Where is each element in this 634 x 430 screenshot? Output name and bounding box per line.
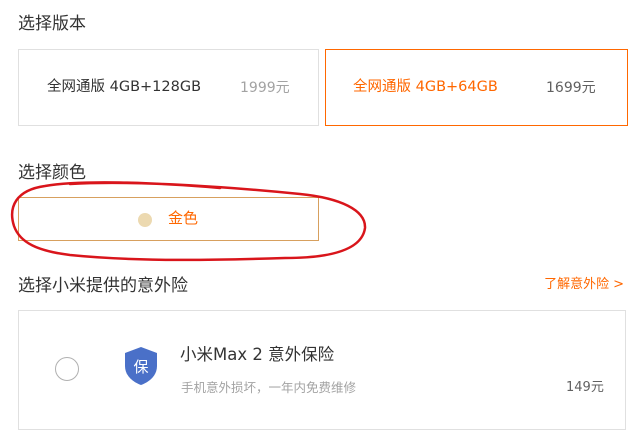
learn-insurance-link[interactable]: 了解意外险 > (544, 276, 624, 294)
color-swatch (138, 213, 152, 227)
color-option-gold[interactable]: 金色 (18, 197, 319, 241)
version-name: 全网通版 4GB+64GB (353, 79, 498, 95)
color-section-title: 选择颜色 (18, 163, 86, 183)
version-price: 1999元 (240, 80, 290, 96)
shield-icon: 保 (125, 347, 157, 385)
insurance-option-card[interactable]: 保 小米Max 2 意外保险 手机意外损坏，一年内免费维修 149元 (18, 310, 626, 430)
version-section-title: 选择版本 (18, 14, 86, 34)
insurance-price: 149元 (566, 380, 604, 395)
color-label: 金色 (168, 209, 199, 227)
version-price: 1699元 (546, 80, 596, 96)
insurance-name: 小米Max 2 意外保险 (180, 345, 335, 364)
version-name: 全网通版 4GB+128GB (47, 79, 202, 95)
learn-insurance-label: 了解意外险 (544, 277, 610, 292)
shield-icon-text: 保 (133, 358, 148, 376)
chevron-right-icon: > (613, 277, 624, 292)
version-option-64gb[interactable]: 全网通版 4GB+64GB 1699元 (325, 49, 628, 126)
insurance-radio[interactable] (55, 357, 79, 381)
insurance-description: 手机意外损坏，一年内免费维修 (181, 380, 357, 395)
version-option-128gb[interactable]: 全网通版 4GB+128GB 1999元 (18, 49, 319, 126)
insurance-section-title: 选择小米提供的意外险 (18, 276, 188, 296)
